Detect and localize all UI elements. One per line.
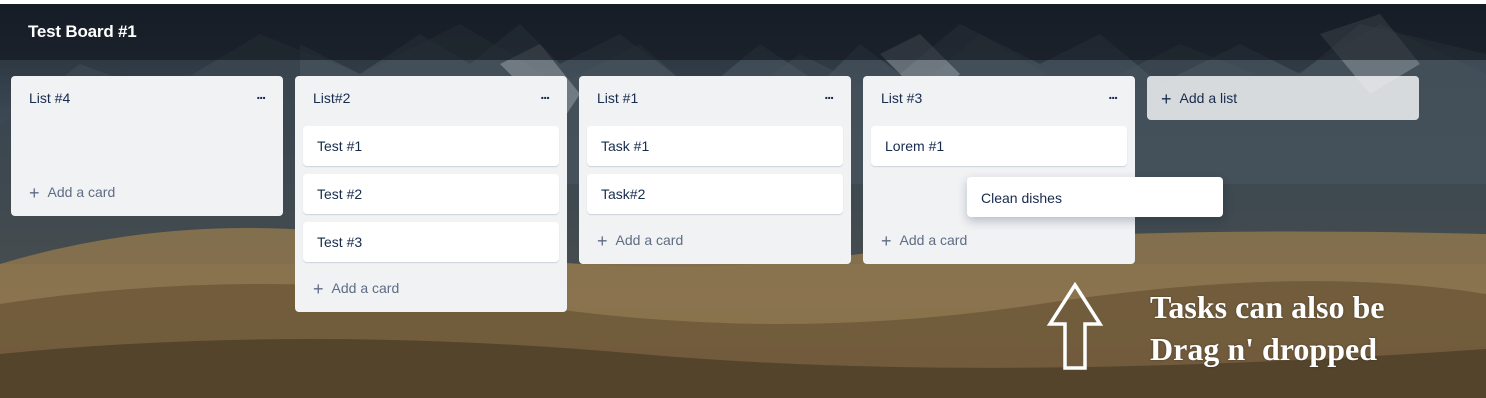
add-card-button[interactable]: + Add a card	[29, 183, 116, 203]
more-icon[interactable]: ...	[824, 86, 834, 102]
list-2[interactable]: List#2 ... Test #1 Test #2 Test #3 + Add …	[295, 76, 567, 312]
list-title: List#2	[313, 90, 351, 106]
add-list-button[interactable]: + Add a list	[1147, 76, 1419, 120]
add-card-label: Add a card	[615, 232, 684, 248]
annotation-line-2: Drag n' dropped	[1150, 331, 1378, 367]
list-3[interactable]: List #3 ... Lorem #1 + Add a card	[863, 76, 1135, 264]
card[interactable]: Lorem #1	[871, 126, 1127, 166]
add-card-button[interactable]: + Add a card	[881, 231, 968, 251]
card[interactable]: Test #1	[303, 126, 559, 166]
card[interactable]: Task #1	[587, 126, 843, 166]
list-title: List #1	[597, 90, 639, 106]
list-title: List #4	[29, 90, 71, 106]
add-card-button[interactable]: + Add a card	[313, 279, 400, 299]
annotation-line-1: Tasks can also be	[1150, 289, 1385, 325]
annotation-text: Tasks can also be Drag n' dropped	[1150, 286, 1384, 370]
list-4[interactable]: List #4 ... + Add a card	[11, 76, 283, 216]
add-card-label: Add a card	[899, 232, 968, 248]
plus-icon: +	[313, 279, 324, 299]
add-card-label: Add a card	[47, 184, 116, 200]
up-arrow-icon	[1046, 282, 1104, 370]
list-1[interactable]: List #1 ... Task #1 Task#2 + Add a card	[579, 76, 851, 264]
plus-icon: +	[29, 183, 40, 203]
add-list-label: Add a list	[1179, 90, 1238, 106]
add-card-label: Add a card	[331, 280, 400, 296]
plus-icon: +	[881, 231, 892, 251]
more-icon[interactable]: ...	[256, 86, 266, 102]
card[interactable]: Task#2	[587, 174, 843, 214]
board-header: Test Board #1	[0, 4, 1486, 60]
list-title: List #3	[881, 90, 923, 106]
add-card-button[interactable]: + Add a card	[597, 231, 684, 251]
plus-icon: +	[1161, 89, 1172, 109]
card[interactable]: Test #3	[303, 222, 559, 262]
board-canvas: Test Board #1 List #4 ... + Add a card Li…	[0, 4, 1486, 398]
more-icon[interactable]: ...	[540, 86, 550, 102]
board-title: Test Board #1	[28, 22, 137, 41]
more-icon[interactable]: ...	[1108, 86, 1118, 102]
plus-icon: +	[597, 231, 608, 251]
dragging-card[interactable]: Clean dishes	[967, 177, 1223, 217]
card[interactable]: Test #2	[303, 174, 559, 214]
